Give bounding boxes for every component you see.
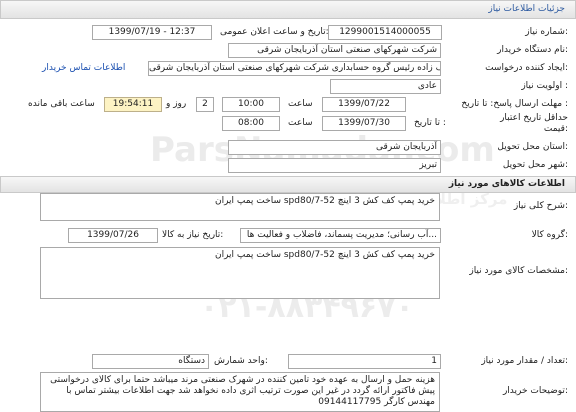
validity-label-2: قیمت:	[543, 124, 568, 134]
validity-to-date-label: تا تاریخ :	[414, 118, 446, 128]
spec-field: خرید پمپ کف کش 3 اینچ spd80/7-52 ساخت پم…	[40, 247, 440, 299]
days-label: روز و	[166, 99, 187, 109]
deadline-label: مهلت ارسال پاسخ: تا تاریخ :	[461, 99, 568, 109]
unit-label: واحد شمارش:	[214, 356, 268, 366]
panel-header: جزئیات اطلاعات نیاز	[0, 0, 576, 19]
page-title: جزئیات اطلاعات نیاز	[488, 4, 565, 14]
announce-field: 1399/07/19 - 12:37	[92, 25, 212, 40]
deadline-hour-label: ساعت	[288, 99, 313, 109]
need-date-label: تاریخ نیاز به کالا:	[162, 230, 224, 240]
goods-group-field: آب رسانی؛ مدیریت پسماند، فاضلاب و فعالیت…	[240, 228, 441, 243]
validity-time-field: 08:00	[222, 116, 280, 131]
buyer-label: نام دستگاه خریدار:	[497, 45, 568, 55]
need-number-field: 1299001514000055	[328, 25, 442, 40]
deadline-date-field: 1399/07/22	[322, 97, 406, 112]
goods-section-title: اطلاعات کالاهای مورد نیاز	[448, 179, 565, 189]
creator-field: اسماعیل یوسف زاده رئیس گروه حسابداری شرک…	[148, 61, 441, 76]
deadline-time-field: 10:00	[222, 97, 280, 112]
unit-field: دستگاه	[92, 354, 209, 369]
validity-date-field: 1399/07/30	[322, 116, 406, 131]
city-field: تبریز	[228, 158, 441, 173]
general-desc-label: شرح کلی نیاز:	[513, 201, 568, 211]
buyer-notes-label: توضیحات خریدار:	[502, 386, 568, 396]
validity-label: حداقل تاریخ اعتبار	[500, 113, 568, 123]
remaining-time-field: 19:54:11	[104, 97, 162, 112]
buyer-notes-field: هزینه حمل و ارسال به عهده خود تامین کنند…	[40, 372, 440, 412]
need-date-field: 1399/07/26	[68, 228, 158, 243]
buyer-field: شرکت شهرکهای صنعتی استان آذربایجان شرقی	[228, 43, 441, 58]
priority-field: عادی	[330, 79, 441, 94]
quantity-field: 1	[288, 354, 441, 369]
spec-label: مشخصات کالای مورد نیاز:	[469, 266, 568, 276]
goods-section-header: اطلاعات کالاهای مورد نیاز	[0, 176, 576, 193]
need-number-label: شماره نیاز:	[525, 27, 568, 37]
announce-label: تاریخ و ساعت اعلان عمومی:	[220, 27, 329, 37]
validity-hour-label: ساعت	[288, 118, 313, 128]
city-label: شهر محل تحویل:	[502, 160, 568, 170]
province-field: آذربایجان شرقی	[228, 140, 441, 155]
general-desc-field: خرید پمپ کف کش 3 اینچ spd80/7-52 ساخت پم…	[40, 193, 440, 221]
goods-group-label: گروه کالا:	[531, 230, 568, 240]
buyer-contact-link[interactable]: اطلاعات تماس خریدار	[42, 63, 125, 73]
days-field: 2	[196, 97, 214, 112]
priority-label: اولویت نیاز :	[521, 81, 568, 91]
remaining-label: ساعت باقی مانده	[28, 99, 95, 109]
creator-label: ایجاد کننده درخواست:	[485, 63, 568, 73]
quantity-label: تعداد / مقدار مورد نیاز:	[481, 356, 568, 366]
province-label: استان محل تحویل:	[497, 142, 568, 152]
